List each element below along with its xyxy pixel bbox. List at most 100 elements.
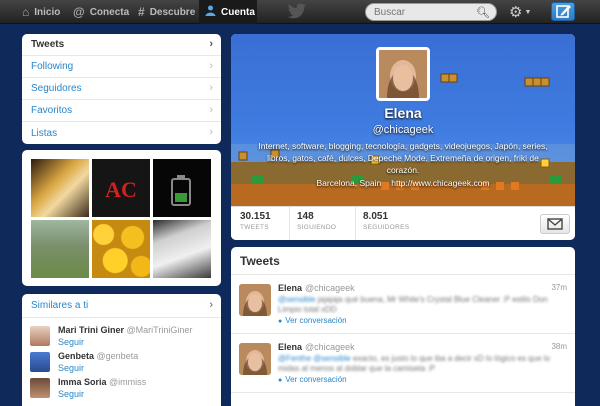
follow-link[interactable]: Seguir bbox=[58, 363, 84, 373]
speech-bubble-icon: ● bbox=[278, 377, 283, 384]
tweet-item[interactable]: Elena @chicageek 38m @Fenthe @sensible ex… bbox=[231, 335, 575, 393]
tweet-author[interactable]: Elena @chicageek bbox=[278, 283, 355, 293]
envelope-icon bbox=[547, 218, 563, 230]
menu-item-label: Favoritos bbox=[31, 105, 73, 116]
compose-icon bbox=[556, 5, 571, 18]
profile-bio: Internet, software, blogging, tecnología… bbox=[258, 141, 548, 175]
similar-users-header[interactable]: Similares a ti › bbox=[22, 294, 221, 318]
avatar[interactable] bbox=[239, 343, 271, 375]
home-icon: ⌂ bbox=[22, 5, 30, 19]
avatar[interactable] bbox=[30, 378, 50, 398]
profile-card: Elena @chicageek Internet, software, blo… bbox=[231, 34, 575, 240]
similar-user-row: Imma Soria @immiss Seguir bbox=[30, 376, 215, 402]
nav-account-label: Cuenta bbox=[221, 6, 255, 18]
stat-tweets[interactable]: 30.151 TWEETS bbox=[240, 211, 271, 237]
twitter-bird-icon[interactable] bbox=[287, 3, 307, 20]
chevron-right-icon: › bbox=[209, 299, 213, 311]
nav-connect-label: Conecta bbox=[89, 6, 130, 18]
gear-icon: ⚙ bbox=[509, 4, 523, 21]
profile-location-line: Barcelona, Spain http://www.chicageek.com bbox=[231, 178, 575, 188]
stat-tweets-value: 30.151 bbox=[240, 211, 271, 222]
search-input[interactable] bbox=[366, 4, 478, 20]
profile-handle: @chicageek bbox=[372, 124, 434, 136]
menu-item-label: Tweets bbox=[31, 39, 65, 50]
similar-user-name[interactable]: Genbeta @genbeta bbox=[58, 351, 138, 361]
profile-header-banner: Elena @chicageek Internet, software, blo… bbox=[231, 34, 575, 206]
profile-location: Barcelona, Spain bbox=[316, 178, 382, 188]
nav-account[interactable]: Cuenta bbox=[199, 0, 257, 24]
search-icon[interactable]: 🔍︎ bbox=[476, 6, 490, 19]
image-thumbnail[interactable] bbox=[31, 220, 89, 278]
divider bbox=[289, 207, 290, 240]
stat-followers-label: SEGUIDORES bbox=[363, 224, 410, 231]
nav-home-label: Inicio bbox=[34, 6, 61, 18]
divider bbox=[355, 207, 356, 240]
follow-link[interactable]: Seguir bbox=[58, 389, 84, 399]
tweet-author[interactable]: Elena @chicageek bbox=[278, 342, 355, 352]
svg-text:AC: AC bbox=[105, 177, 137, 202]
menu-item-lists[interactable]: Listas › bbox=[22, 122, 221, 144]
chevron-right-icon: › bbox=[209, 104, 213, 116]
image-thumbnail[interactable] bbox=[153, 159, 211, 217]
person-icon bbox=[205, 5, 216, 19]
stat-following-label: SIGUIENDO bbox=[297, 224, 337, 231]
similar-user-name[interactable]: Imma Soria @immiss bbox=[58, 377, 146, 387]
avatar[interactable] bbox=[239, 284, 271, 316]
profile-stats: 30.151 TWEETS 148 SIGUIENDO 8.051 SEGUID… bbox=[231, 206, 575, 240]
menu-item-label: Listas bbox=[31, 127, 58, 139]
view-conversation-link[interactable]: ● Ver conversación bbox=[278, 316, 347, 325]
direct-message-button[interactable] bbox=[540, 214, 570, 234]
image-thumbnail[interactable]: AC bbox=[92, 159, 150, 217]
avatar[interactable] bbox=[30, 352, 50, 372]
avatar[interactable] bbox=[30, 326, 50, 346]
chevron-right-icon: › bbox=[209, 126, 213, 138]
chevron-right-icon: › bbox=[209, 82, 213, 94]
profile-url-link[interactable]: http://www.chicageek.com bbox=[391, 178, 489, 188]
stat-tweets-label: TWEETS bbox=[240, 224, 269, 231]
speech-bubble-icon: ● bbox=[278, 318, 283, 325]
nav-discover[interactable]: # Descubre bbox=[132, 0, 201, 24]
image-thumbnail[interactable] bbox=[153, 220, 211, 278]
compose-tweet-button[interactable] bbox=[551, 2, 575, 21]
menu-item-label: Seguidores bbox=[31, 83, 82, 94]
menu-item-followers[interactable]: Seguidores › bbox=[22, 78, 221, 100]
menu-item-favorites[interactable]: Favoritos › bbox=[22, 100, 221, 122]
image-thumbnail[interactable] bbox=[92, 220, 150, 278]
tweet-item[interactable]: Elena @chicageek 37m @sensible jajajaja q… bbox=[231, 276, 575, 334]
settings-menu[interactable]: ⚙ ▼ bbox=[509, 2, 537, 22]
nav-discover-label: Descubre bbox=[149, 6, 196, 18]
caret-down-icon: ▼ bbox=[524, 8, 532, 16]
profile-avatar[interactable] bbox=[376, 47, 430, 101]
chevron-right-icon: › bbox=[209, 60, 213, 72]
profile-navigation-menu: Tweets › Following › Seguidores › Favori… bbox=[22, 34, 221, 144]
at-sign-icon: @ bbox=[73, 5, 85, 19]
follow-link[interactable]: Seguir bbox=[58, 337, 84, 347]
tweets-timeline: Tweets Elena @chicageek 37m @sensible jaj… bbox=[231, 247, 575, 406]
menu-item-tweets[interactable]: Tweets › bbox=[22, 34, 221, 56]
stat-followers[interactable]: 8.051 SEGUIDORES bbox=[363, 211, 409, 237]
chevron-right-icon: › bbox=[209, 38, 213, 50]
similar-user-row: Mari Trini Giner @MariTriniGiner Seguir bbox=[30, 324, 215, 350]
tweet-text: @sensible jajajaja qué buena, Mr White's… bbox=[278, 295, 548, 314]
hashtag-icon: # bbox=[138, 5, 145, 19]
similar-user-row: Genbeta @genbeta Seguir bbox=[30, 350, 215, 376]
nav-home[interactable]: ⌂ Inicio bbox=[16, 0, 66, 24]
menu-item-label: Following bbox=[31, 61, 74, 72]
menu-item-following[interactable]: Following › bbox=[22, 56, 221, 78]
search-box[interactable]: 🔍︎ bbox=[365, 3, 497, 21]
stat-following-value: 148 bbox=[297, 211, 314, 222]
similar-user-name[interactable]: Mari Trini Giner @MariTriniGiner bbox=[58, 325, 192, 335]
nav-connect[interactable]: @ Conecta bbox=[67, 0, 135, 24]
tweet-timestamp[interactable]: 37m bbox=[551, 283, 567, 292]
stat-followers-value: 8.051 bbox=[363, 211, 389, 222]
similar-users-panel: Similares a ti › Mari Trini Giner @MariT… bbox=[22, 294, 221, 406]
tweet-timestamp[interactable]: 38m bbox=[551, 342, 567, 351]
profile-name: Elena bbox=[384, 105, 422, 121]
view-conversation-link[interactable]: ● Ver conversación bbox=[278, 375, 347, 384]
image-thumbnail[interactable] bbox=[31, 159, 89, 217]
top-navigation-bar: ⌂ Inicio @ Conecta # Descubre Cuenta 🔍︎ … bbox=[0, 0, 600, 24]
stat-following[interactable]: 148 SIGUIENDO bbox=[297, 211, 336, 237]
similar-users-title: Similares a ti bbox=[31, 300, 89, 311]
tweets-header: Tweets bbox=[231, 247, 575, 275]
tweet-text: @Fenthe @sensible exacto, es justo lo qu… bbox=[278, 354, 550, 373]
